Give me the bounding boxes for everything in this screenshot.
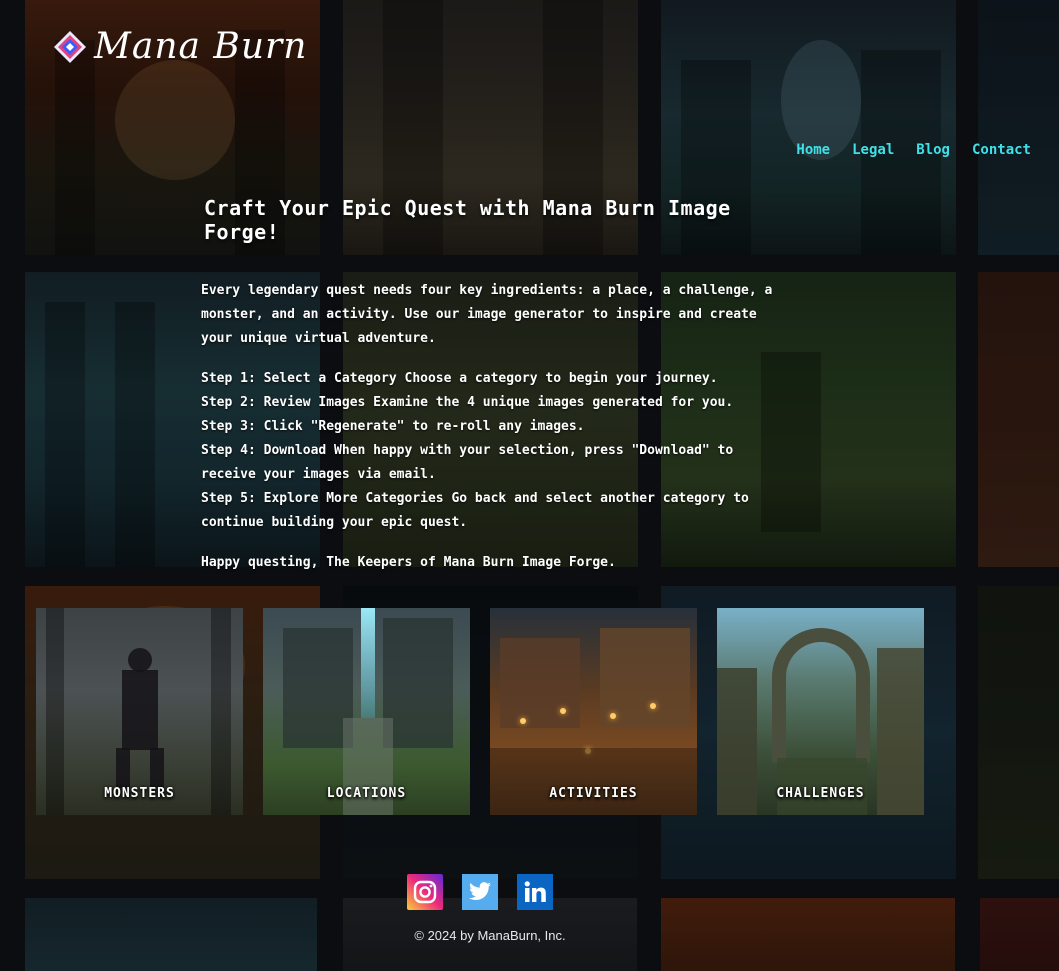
step-item: Step 4: Download When happy with your se… [201, 443, 734, 482]
brand-name: Mana Burn [94, 26, 308, 67]
category-label: CHALLENGES [776, 786, 865, 801]
activity-image [490, 608, 697, 815]
linkedin-icon[interactable] [517, 874, 553, 910]
social-links [407, 874, 553, 910]
category-card-challenges[interactable]: CHALLENGES [717, 608, 924, 815]
background-tile [980, 898, 1059, 971]
category-card-activities[interactable]: ACTIVITIES [490, 608, 697, 815]
category-label: MONSTERS [104, 786, 175, 801]
step-item: Step 5: Explore More Categories Go back … [201, 491, 749, 530]
copyright: © 2024 by ManaBurn, Inc. [414, 928, 566, 943]
category-card-monsters[interactable]: MONSTERS [36, 608, 243, 815]
background-tile [661, 898, 955, 971]
background-tile [978, 0, 1059, 255]
step-item: Step 2: Review Images Examine the 4 uniq… [201, 395, 734, 410]
background-tile [978, 272, 1059, 567]
category-grid: MONSTERS LOCATIONS ACTIVITIES CHALLENGES [36, 608, 924, 815]
instagram-icon[interactable] [407, 874, 443, 910]
site-logo[interactable]: Mana Burn [52, 26, 307, 67]
background-tile [25, 898, 317, 971]
twitter-icon[interactable] [462, 874, 498, 910]
nav-home[interactable]: Home [796, 142, 830, 158]
step-item: Step 1: Select a Category Choose a categ… [201, 371, 718, 386]
main-nav: Home Legal Blog Contact [796, 142, 1031, 158]
nav-contact[interactable]: Contact [972, 142, 1031, 158]
page-headline: Craft Your Epic Quest with Mana Burn Ima… [204, 196, 731, 244]
category-label: ACTIVITIES [549, 786, 638, 801]
monster-image [36, 608, 243, 815]
step-item: Step 3: Click "Regenerate" to re-roll an… [201, 419, 585, 434]
steps-list: Step 1: Select a Category Choose a categ… [201, 367, 781, 535]
mana-crystal-icon [52, 29, 88, 65]
background-tile [978, 586, 1059, 879]
signoff: Happy questing, The Keepers of Mana Burn… [201, 555, 616, 570]
location-image [263, 608, 470, 815]
nav-legal[interactable]: Legal [852, 142, 894, 158]
category-card-locations[interactable]: LOCATIONS [263, 608, 470, 815]
category-label: LOCATIONS [326, 786, 407, 801]
nav-blog[interactable]: Blog [916, 142, 950, 158]
intro-paragraph: Every legendary quest needs four key ing… [201, 283, 773, 346]
challenge-image [717, 608, 924, 815]
intro-copy: Every legendary quest needs four key ing… [201, 279, 781, 591]
